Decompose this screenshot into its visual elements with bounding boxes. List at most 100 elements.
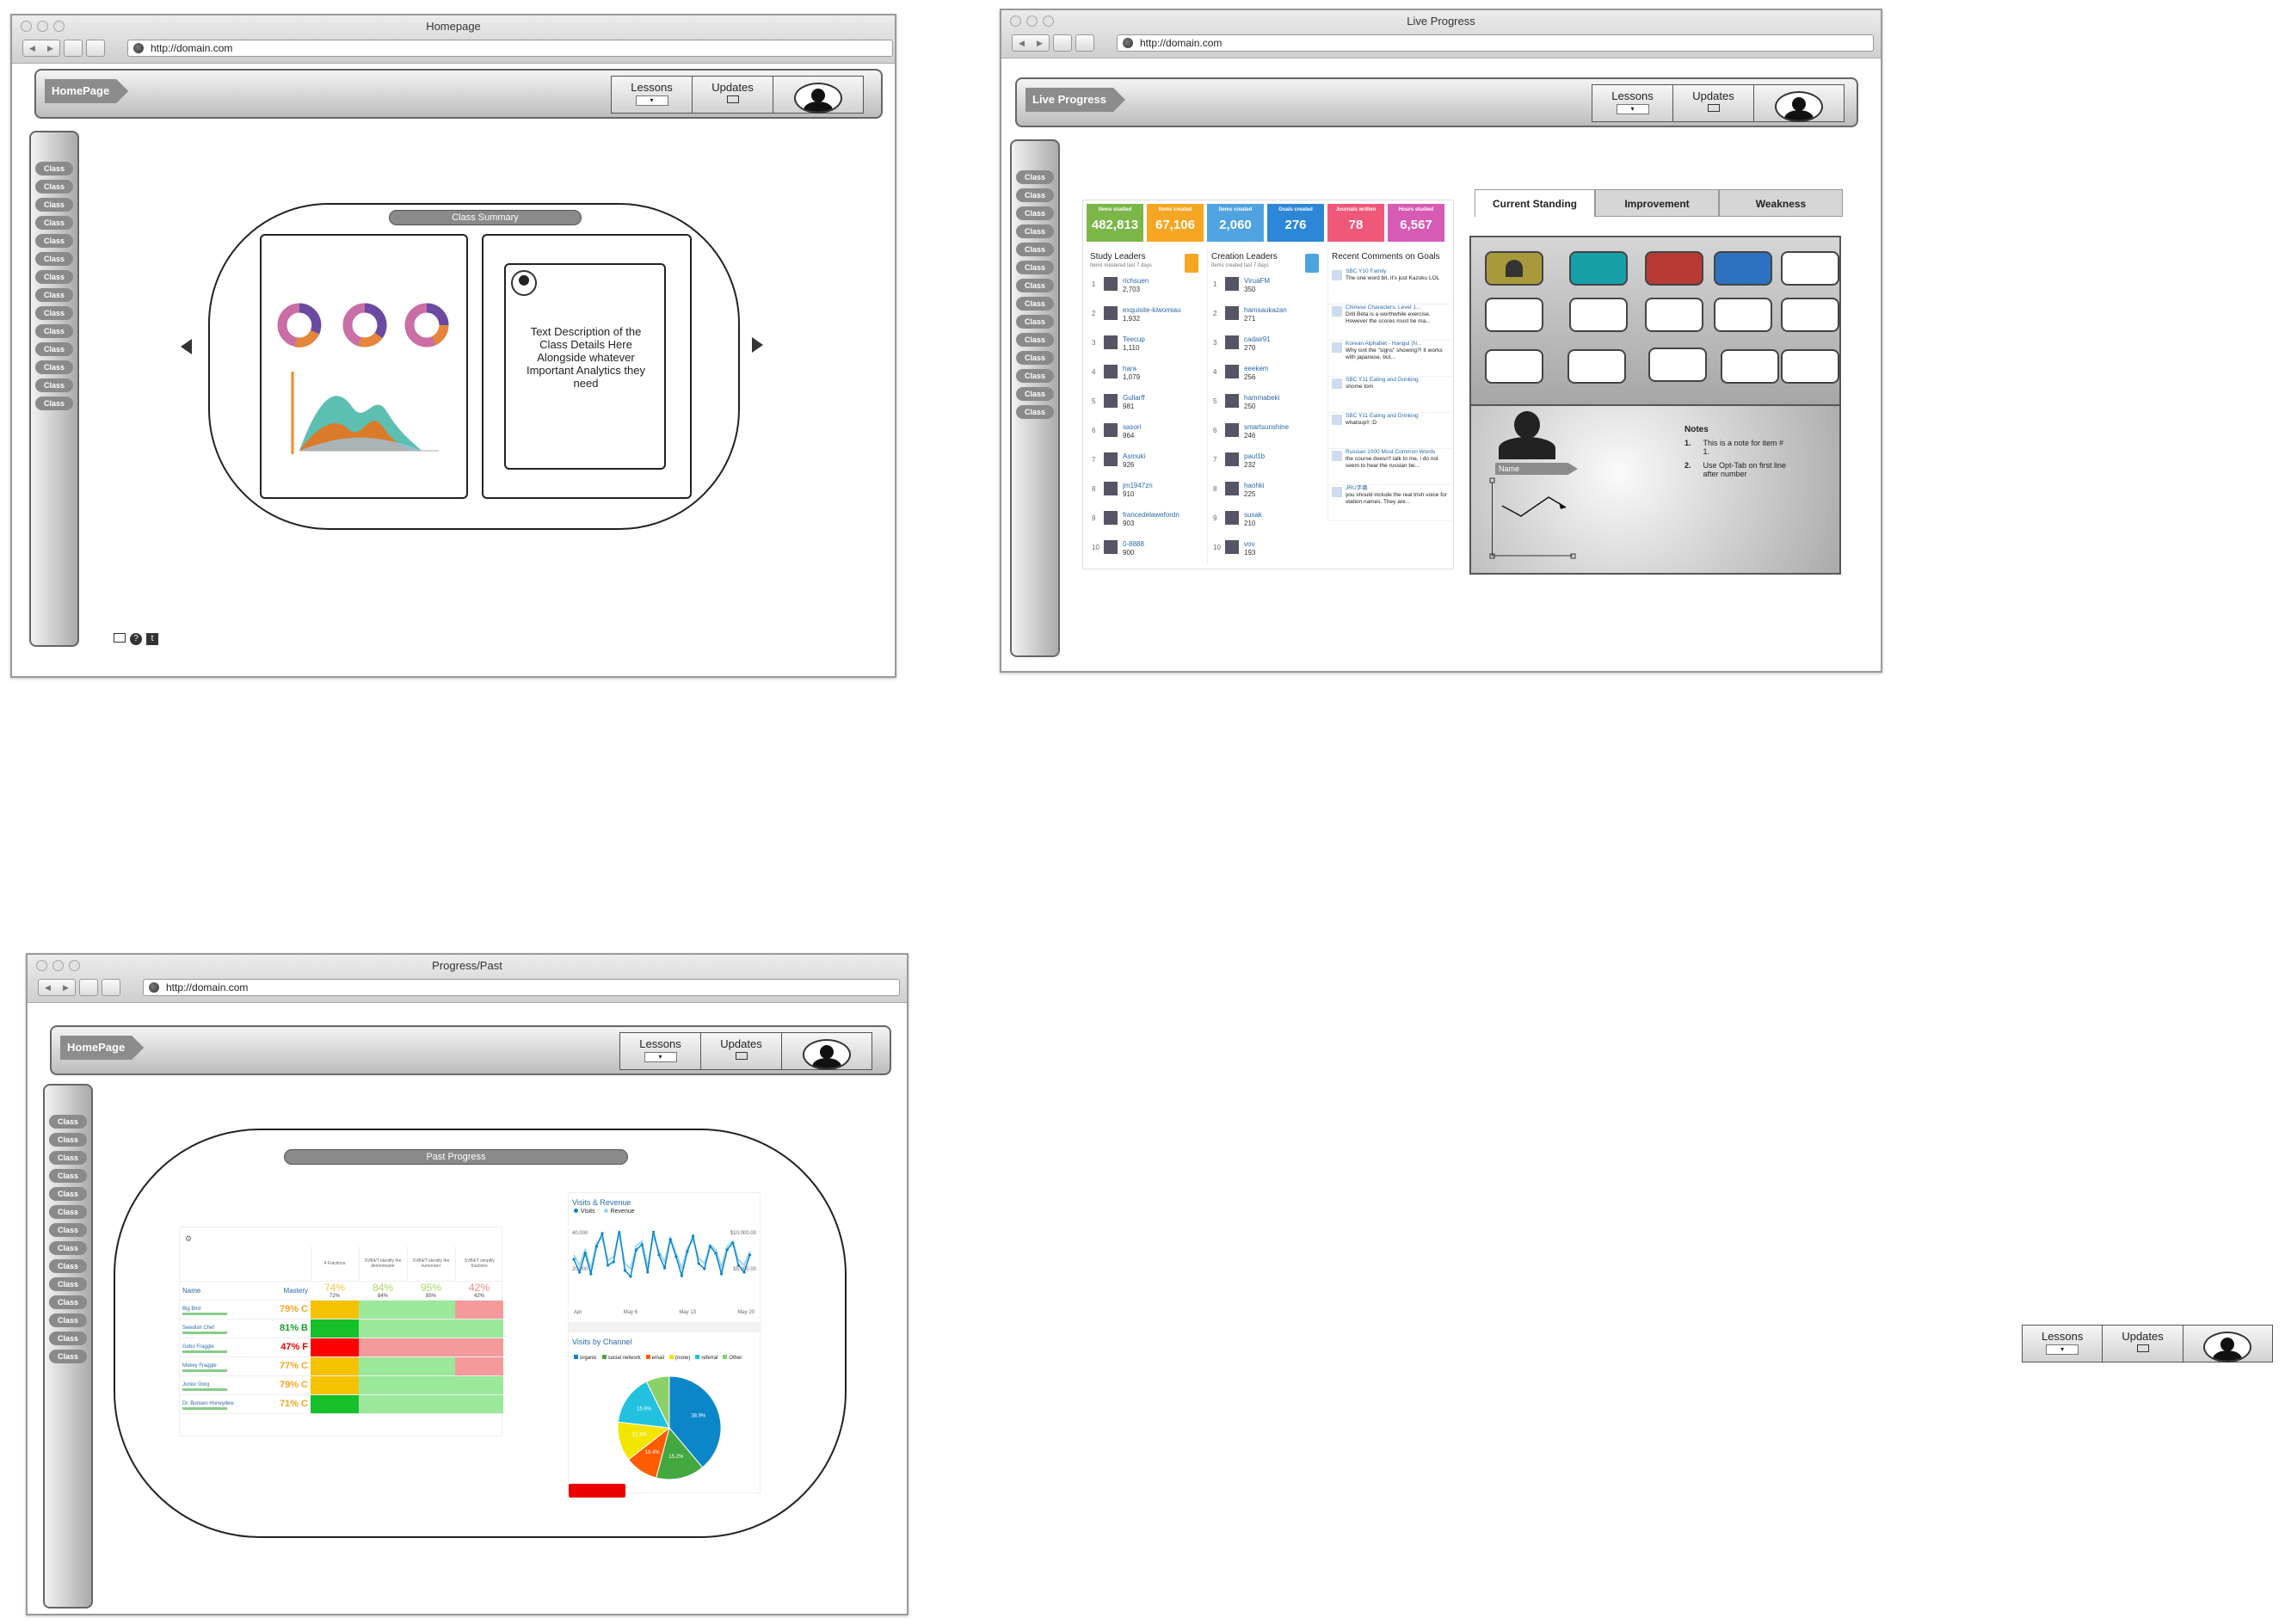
forward-icon[interactable]: ▶ (63, 983, 69, 993)
heat-cell[interactable] (455, 1375, 503, 1395)
address-bar[interactable]: http://domain.com (1117, 34, 1874, 52)
leader-name[interactable]: richsuen (1123, 277, 1149, 285)
sidebar-class-item[interactable]: Class (1016, 405, 1054, 419)
back-icon[interactable]: ◀ (1019, 39, 1025, 48)
heat-cell[interactable] (359, 1356, 407, 1376)
leader-name[interactable]: susak (1244, 511, 1262, 519)
heat-cell[interactable] (407, 1338, 455, 1357)
leader-name[interactable]: hamsaukazan (1244, 306, 1287, 314)
reload-button[interactable] (1053, 34, 1072, 52)
sidebar-class-item[interactable]: Class (35, 198, 73, 212)
tab-weakness[interactable]: Weakness (1719, 189, 1843, 217)
mail-icon[interactable] (114, 633, 126, 643)
student-name[interactable]: Gobo Fraggle (182, 1344, 214, 1350)
sidebar-class-item[interactable]: Class (1016, 206, 1054, 220)
sidebar-class-item[interactable]: Class (1016, 243, 1054, 256)
sidebar-class-item[interactable]: Class (49, 1205, 87, 1219)
updates-menu[interactable]: Updates (701, 1033, 782, 1069)
reload-button[interactable] (64, 40, 83, 57)
leader-row[interactable]: 9 francedelawefordn 903 (1087, 506, 1204, 535)
comment-item[interactable]: Russian 1000 Most Common Words the cours… (1328, 449, 1451, 485)
chevron-down-icon[interactable]: ▾ (2046, 1344, 2079, 1355)
grid-cell[interactable] (1781, 349, 1839, 384)
sidebar-class-item[interactable]: Class (49, 1332, 87, 1345)
twitter-icon[interactable]: t (146, 633, 158, 645)
sidebar-class-item[interactable]: Class (35, 216, 73, 230)
sidebar-class-item[interactable]: Class (35, 270, 73, 284)
heat-cell[interactable] (407, 1356, 455, 1376)
profile-button[interactable] (773, 77, 863, 114)
heat-cell[interactable] (311, 1394, 359, 1414)
sidebar-class-item[interactable]: Class (35, 162, 73, 175)
tab-improvement[interactable]: Improvement (1595, 189, 1719, 217)
grid-cell[interactable] (1781, 298, 1839, 332)
leader-row[interactable]: 5 Gullarff 981 (1087, 389, 1204, 418)
back-icon[interactable]: ◀ (45, 983, 51, 993)
sidebar-class-item[interactable]: Class (49, 1277, 87, 1291)
settings-icon[interactable]: ⚙ (185, 1234, 192, 1244)
sidebar-class-item[interactable]: Class (1016, 170, 1054, 184)
updates-menu[interactable]: Updates (1673, 85, 1754, 121)
grid-cell[interactable] (1569, 298, 1628, 332)
address-bar[interactable]: http://domain.com (127, 40, 893, 57)
grid-cell[interactable] (1567, 349, 1626, 384)
leader-name[interactable]: 0-8888 (1123, 540, 1144, 548)
sidebar-class-item[interactable]: Class (1016, 261, 1054, 274)
comment-item[interactable]: Chinese Characters: Level 1... Drill Bet… (1328, 304, 1451, 341)
back-forward-button[interactable]: ◀ ▶ (1012, 34, 1050, 52)
sidebar-class-item[interactable]: Class (1016, 188, 1054, 202)
heat-cell[interactable] (311, 1319, 359, 1338)
leader-name[interactable]: jm1947zn (1123, 482, 1153, 489)
heat-row[interactable]: Junior Gorg 79% C (180, 1375, 503, 1395)
heat-row[interactable]: Mokey Fraggle 77% C (180, 1356, 503, 1376)
heat-cell[interactable] (359, 1375, 407, 1395)
sidebar-class-item[interactable]: Class (49, 1151, 87, 1165)
address-bar[interactable]: http://domain.com (143, 979, 900, 996)
student-name[interactable]: Dr. Bunsen Honeydew (182, 1401, 234, 1406)
heat-row[interactable]: Swedish Chef 81% B (180, 1319, 503, 1338)
heat-cell[interactable] (311, 1356, 359, 1376)
heat-cell[interactable] (311, 1338, 359, 1357)
sidebar-class-item[interactable]: Class (49, 1115, 87, 1129)
sidebar-class-item[interactable]: Class (49, 1169, 87, 1183)
leader-row[interactable]: 3 cadair91 270 (1208, 330, 1324, 360)
heat-cell[interactable] (455, 1338, 503, 1357)
help-icon[interactable]: ? (130, 633, 142, 645)
leader-row[interactable]: 4 eeekem 256 (1208, 360, 1324, 389)
heat-cell[interactable] (455, 1394, 503, 1414)
heat-cell[interactable] (407, 1300, 455, 1320)
leader-row[interactable]: 9 susak 210 (1208, 506, 1324, 535)
swatch-cell[interactable] (1645, 251, 1703, 286)
heat-cell[interactable] (359, 1300, 407, 1320)
sidebar-class-item[interactable]: Class (35, 306, 73, 320)
sidebar-class-item[interactable]: Class (35, 360, 73, 374)
sidebar-class-item[interactable]: Class (49, 1313, 87, 1327)
home-button[interactable] (1075, 34, 1094, 52)
leader-row[interactable]: 5 hammabeki 250 (1208, 389, 1324, 418)
back-forward-button[interactable]: ◀ ▶ (22, 40, 60, 57)
leader-name[interactable]: eeekem (1244, 365, 1268, 372)
sidebar-class-item[interactable]: Class (35, 342, 73, 356)
leader-row[interactable]: 3 Teecup 1,110 (1087, 330, 1204, 360)
sidebar-class-item[interactable]: Class (49, 1223, 87, 1237)
next-arrow-icon[interactable] (752, 337, 763, 353)
leader-name[interactable]: ViruaFM (1244, 277, 1270, 285)
swatch-cell[interactable] (1714, 251, 1772, 286)
sidebar-class-item[interactable]: Class (35, 234, 73, 248)
heat-cell[interactable] (359, 1338, 407, 1357)
leader-row[interactable]: 10 vov 193 (1208, 535, 1324, 564)
heat-row[interactable]: Gobo Fraggle 47% F (180, 1338, 503, 1357)
sidebar-class-item[interactable]: Class (1016, 351, 1054, 365)
reload-button[interactable] (79, 979, 98, 996)
leader-row[interactable]: 7 paul1b 232 (1208, 447, 1324, 477)
updates-menu[interactable]: Updates (2103, 1326, 2183, 1362)
chevron-down-icon[interactable]: ▾ (635, 95, 668, 106)
red-button[interactable] (569, 1484, 625, 1498)
sidebar-class-item[interactable]: Class (1016, 387, 1054, 401)
swatch-cell[interactable] (1569, 251, 1628, 286)
student-name[interactable]: Swedish Chef (182, 1326, 214, 1331)
sidebar-class-item[interactable]: Class (1016, 297, 1054, 311)
sidebar-class-item[interactable]: Class (1016, 315, 1054, 329)
comment-title[interactable]: SBC Y11 Eating and Drinking (1346, 413, 1451, 420)
comment-title[interactable]: Russian 1000 Most Common Words (1346, 449, 1451, 456)
